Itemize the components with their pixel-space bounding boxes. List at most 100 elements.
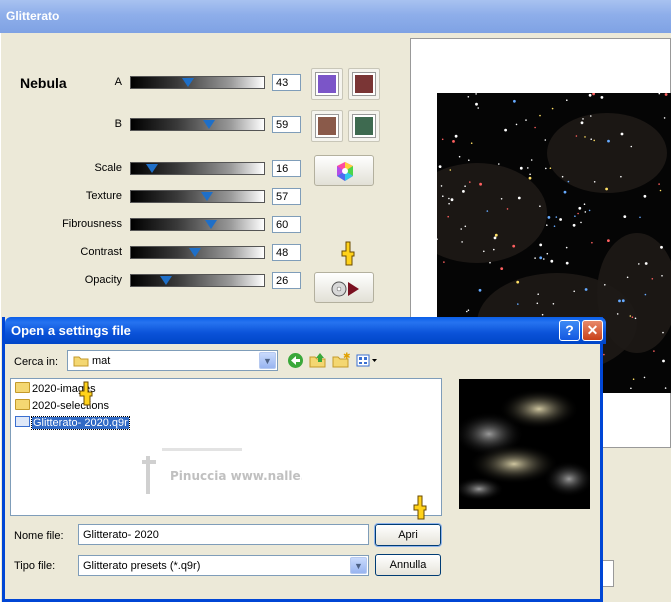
open-button[interactable]: Apri: [374, 523, 442, 547]
star: [577, 212, 579, 215]
star: [578, 206, 582, 210]
value-field-texture[interactable]: 57: [272, 188, 301, 205]
star: [604, 284, 606, 286]
star: [448, 202, 450, 205]
slider-thumb[interactable]: [200, 192, 213, 201]
star: [591, 241, 593, 244]
star: [620, 175, 622, 178]
star: [621, 299, 625, 303]
star: [592, 93, 595, 96]
color-a2-button[interactable]: [348, 68, 380, 100]
slider-thumb[interactable]: [204, 220, 217, 229]
star: [588, 209, 591, 212]
dialog-title: Open a settings file: [11, 323, 131, 338]
star: [638, 263, 640, 265]
slider-texture[interactable]: [130, 190, 265, 203]
star: [447, 215, 449, 218]
look-in-dropdown[interactable]: mat ▼: [67, 350, 278, 371]
slider-b[interactable]: [130, 118, 265, 131]
star: [467, 96, 470, 98]
star: [643, 376, 646, 379]
value-field-scale[interactable]: 16: [272, 160, 301, 177]
hand-cursor-icon: [79, 381, 93, 406]
star: [580, 121, 584, 125]
file-name-input[interactable]: Glitterato- 2020: [78, 524, 369, 545]
watermark-logo: Pinuccia www.nalle.grafica.eu: [142, 448, 373, 494]
star: [449, 169, 452, 171]
slider-thumb[interactable]: [159, 276, 172, 285]
dialog-title-bar: Open a settings file ? ✕: [5, 317, 606, 344]
color-a1-button[interactable]: [311, 68, 343, 100]
color-b1-button[interactable]: [311, 110, 343, 142]
slider-thumb[interactable]: [203, 120, 216, 129]
star: [543, 258, 545, 260]
star: [493, 248, 495, 251]
star: [500, 267, 504, 270]
value-field-a[interactable]: 43: [272, 74, 301, 91]
file-type-select[interactable]: Glitterato presets (*.q9r) ▼: [78, 555, 369, 576]
star: [469, 181, 471, 183]
view-menu-icon[interactable]: [355, 352, 379, 370]
help-button[interactable]: ?: [559, 320, 580, 341]
star: [462, 190, 465, 193]
slider-opacity[interactable]: [130, 274, 265, 287]
star: [500, 198, 503, 200]
slider-row-a: A 43: [0, 74, 310, 92]
presets-button[interactable]: [314, 272, 374, 303]
main-title: Glitterato: [6, 9, 60, 23]
hand-cursor-icon: [341, 241, 355, 266]
slider-scale[interactable]: [130, 162, 265, 175]
slider-thumb[interactable]: [146, 164, 159, 173]
close-button[interactable]: ✕: [582, 320, 603, 341]
file-preview-thumbnail: [459, 379, 590, 509]
chevron-down-icon[interactable]: ▼: [259, 352, 276, 369]
color-b2-button[interactable]: [348, 110, 380, 142]
color-picker-button[interactable]: [314, 155, 374, 186]
cancel-button[interactable]: Annulla: [375, 554, 441, 576]
star: [467, 309, 470, 311]
up-folder-icon[interactable]: [309, 352, 327, 370]
star: [506, 208, 509, 210]
star: [517, 196, 521, 200]
star: [519, 166, 523, 170]
star: [593, 139, 595, 142]
back-icon[interactable]: [286, 352, 304, 370]
star: [547, 216, 551, 219]
chevron-down-icon[interactable]: ▼: [350, 557, 367, 574]
list-item-selected[interactable]: Glitterato- 2020.q9r: [15, 416, 130, 431]
star: [534, 257, 536, 259]
star: [626, 276, 629, 279]
star: [539, 114, 541, 117]
star: [461, 241, 463, 243]
star: [658, 93, 661, 95]
star: [489, 261, 491, 264]
slider-fibrousness[interactable]: [130, 218, 265, 231]
star: [600, 96, 604, 99]
new-folder-icon[interactable]: ✱: [332, 352, 351, 370]
watermark-text: Pinuccia www.nalle.grafica.eu: [170, 469, 302, 483]
value-field-contrast[interactable]: 48: [272, 244, 301, 261]
star: [566, 99, 568, 101]
color-swatch: [352, 114, 376, 138]
star: [643, 194, 647, 198]
star: [512, 244, 516, 248]
slider-thumb[interactable]: [182, 78, 195, 87]
star: [468, 159, 470, 161]
slider-label: B: [114, 118, 122, 130]
star: [644, 262, 648, 265]
star: [498, 163, 500, 165]
file-type-label: Tipo file:: [14, 560, 56, 572]
look-in-value: mat: [92, 355, 111, 367]
value-field-b[interactable]: 59: [272, 116, 301, 133]
slider-thumb[interactable]: [188, 248, 201, 257]
slider-contrast[interactable]: [130, 246, 265, 259]
value-field-fibrousness[interactable]: 60: [272, 216, 301, 233]
star: [580, 221, 582, 224]
slider-label: A: [114, 76, 122, 88]
slider-a[interactable]: [130, 76, 265, 89]
color-swatch: [352, 72, 376, 96]
nebula-thumbnail: [459, 389, 590, 501]
star: [573, 290, 575, 293]
value-field-opacity[interactable]: 26: [272, 272, 301, 289]
star: [572, 223, 576, 227]
